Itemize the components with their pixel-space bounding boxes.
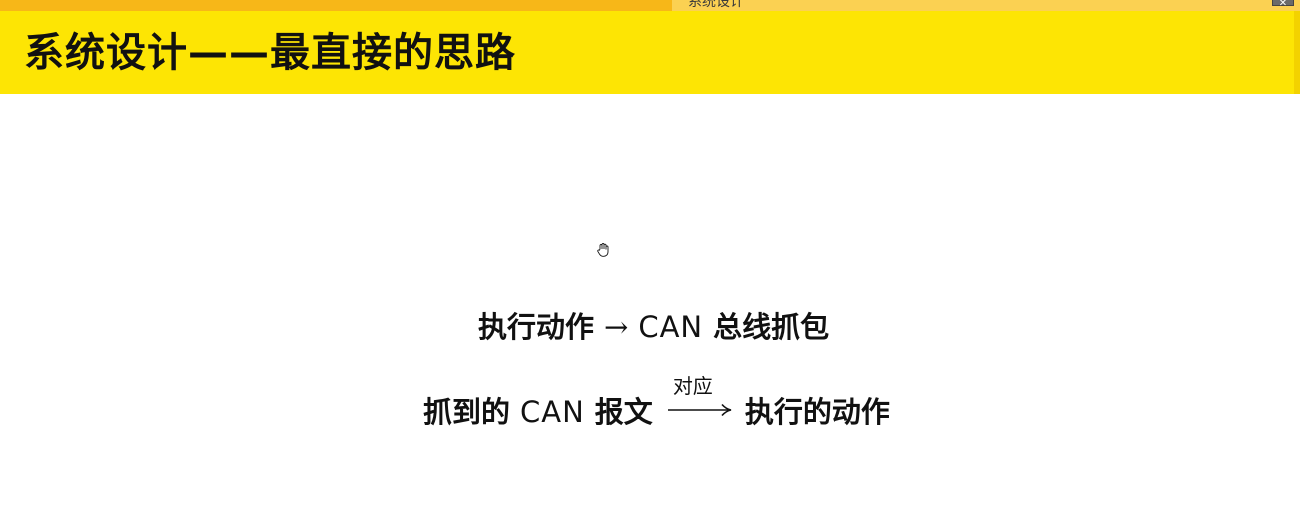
- captured-text: 抓到的: [423, 395, 511, 429]
- labeled-arrow: 对应: [667, 376, 733, 422]
- viewer-top-bar-left: [0, 0, 672, 11]
- can-text: CAN: [638, 310, 704, 344]
- close-button[interactable]: ✕: [1272, 0, 1294, 9]
- message-text: 报文: [594, 395, 653, 429]
- viewer-top-bar: 系统设计 ✕: [0, 0, 1300, 11]
- bus-capture-text: 总线抓包: [713, 310, 830, 344]
- viewer-tab[interactable]: 系统设计 ✕: [672, 0, 1300, 11]
- viewer-tab-label: 系统设计: [688, 0, 744, 10]
- hand-cursor-icon: [597, 242, 609, 257]
- slide-viewer: 系统设计 ✕ 系统设计——最直接的思路 执行动作 → CAN 总线抓包 抓到的 CAN 报…: [0, 0, 1300, 511]
- performed-action-text: 执行的动作: [744, 395, 890, 429]
- arrow-label: 对应: [672, 374, 713, 398]
- statement-line-1: 执行动作 → CAN 总线抓包: [478, 313, 829, 342]
- can-text: CAN: [520, 395, 585, 429]
- slide-title: 系统设计——最直接的思路: [24, 30, 516, 76]
- side-edge: [1294, 11, 1300, 94]
- right-arrow-icon: →: [604, 310, 629, 344]
- statement-line-2: 抓到的 CAN 报文 对应 执行的动作: [423, 376, 890, 429]
- action-text: 执行动作: [478, 310, 595, 344]
- long-right-arrow-icon: [667, 403, 731, 417]
- slide-title-band: 系统设计——最直接的思路: [0, 11, 1300, 94]
- close-icon: ✕: [1278, 0, 1288, 9]
